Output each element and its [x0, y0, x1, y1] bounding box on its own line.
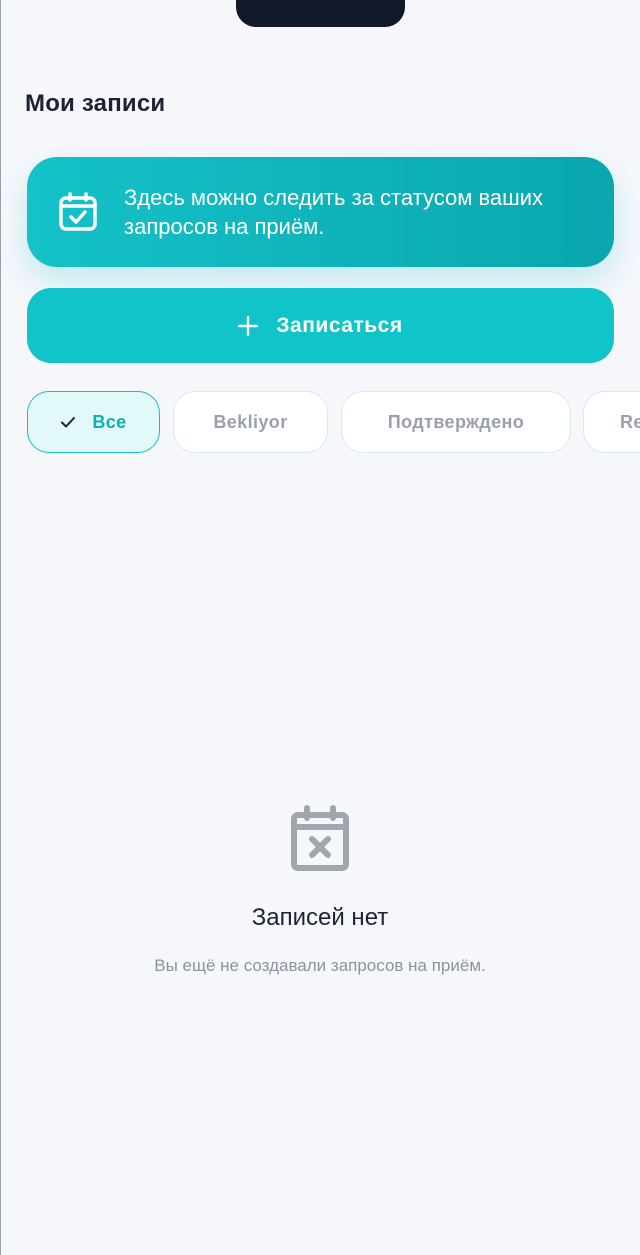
calendar-x-icon: [291, 805, 349, 871]
filter-chip-pending[interactable]: Bekliyor: [173, 391, 328, 453]
filter-chip-rejected[interactable]: Re: [583, 391, 640, 453]
filter-chip-all[interactable]: Все: [27, 391, 160, 453]
check-icon: [61, 417, 76, 428]
filter-chip-confirmed[interactable]: Подтверждено: [341, 391, 571, 453]
calendar-check-icon: [59, 192, 97, 231]
page-title: Мои записи: [25, 90, 166, 117]
device-frame-edge: [0, 0, 1, 1255]
device-notch: [236, 0, 405, 27]
book-appointment-label: Записаться: [276, 313, 403, 337]
empty-state-subtitle: Вы ещё не создавали запросов на приём.: [154, 956, 486, 975]
info-banner: Здесь можно следить за статусом ваших за…: [27, 157, 614, 267]
plus-icon: [238, 315, 259, 336]
filter-chip-rejected-label: Re: [620, 411, 640, 432]
filter-chip-all-label: Все: [92, 411, 127, 432]
status-filter-bar: Все Bekliyor Подтверждено Re: [27, 391, 640, 455]
empty-state-title: Записей нет: [251, 904, 389, 931]
filter-chip-pending-label: Bekliyor: [213, 411, 288, 432]
filter-chip-confirmed-label: Подтверждено: [387, 411, 525, 432]
book-appointment-button[interactable]: Записаться: [27, 288, 614, 363]
info-banner-text: Здесь можно следить за статусом ваших за…: [124, 185, 544, 239]
